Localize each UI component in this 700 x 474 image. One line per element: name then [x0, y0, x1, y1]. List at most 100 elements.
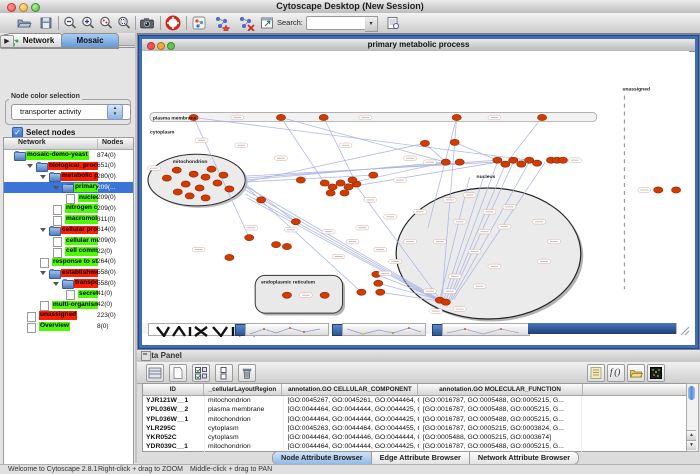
table-row[interactable]: YKR052Ccytoplasm[GO:0044464, GO:0044446,… [143, 433, 688, 442]
network-node[interactable] [276, 114, 285, 120]
function-builder-icon[interactable]: f () [607, 364, 625, 382]
network-node[interactable] [374, 280, 383, 286]
expand-triangle-icon[interactable] [40, 271, 46, 275]
zoom-out-icon[interactable] [62, 15, 78, 31]
tree-row[interactable]: transport558(0) [4, 278, 133, 289]
search-input[interactable] [306, 16, 370, 30]
network-node[interactable] [509, 157, 518, 163]
tree-row[interactable]: unassigned223(0) [4, 310, 133, 321]
tree-row[interactable]: mosaic-demo-yeast874(0) [4, 150, 133, 161]
tree-row[interactable]: cellular metabol209(0) [4, 236, 133, 247]
tree-row[interactable]: establishment of lo558(0) [4, 268, 133, 279]
network-node[interactable] [501, 161, 510, 167]
vizmapper-icon[interactable] [191, 15, 207, 31]
network-node[interactable] [201, 174, 210, 180]
network-node[interactable] [207, 166, 216, 172]
tree-row[interactable]: response to stimul264(0) [4, 257, 133, 268]
network-node[interactable] [538, 114, 547, 120]
network-node[interactable] [320, 292, 329, 298]
attribute-list-icon[interactable] [587, 364, 605, 382]
network-node[interactable] [181, 181, 190, 187]
open-network-icon[interactable] [16, 15, 32, 31]
network-node[interactable] [296, 177, 305, 183]
network-node[interactable] [320, 180, 329, 186]
network-node[interactable] [225, 186, 234, 192]
network-node[interactable] [328, 184, 337, 190]
network-node[interactable] [336, 180, 345, 186]
zoom-fit-icon[interactable] [116, 15, 132, 31]
expand-triangle-icon[interactable] [53, 186, 59, 190]
expand-triangle-icon[interactable] [27, 164, 33, 168]
dropdown-stepper-icon[interactable]: ▲▼ [107, 104, 123, 120]
unselect-attributes-icon[interactable] [215, 364, 233, 382]
network-node[interactable] [450, 139, 459, 145]
select-attributes-icon[interactable] [192, 364, 210, 382]
network-node[interactable] [452, 114, 461, 120]
tree-row[interactable]: Overview8(0) [4, 321, 133, 332]
new-attribute-icon[interactable] [169, 364, 187, 382]
column-header[interactable]: _cellularLayoutRegion [204, 384, 283, 395]
minimized-window[interactable] [245, 323, 329, 336]
destroy-network-icon[interactable] [237, 15, 253, 31]
minimized-window[interactable] [442, 323, 530, 336]
network-node[interactable] [195, 185, 204, 191]
attribute-matrix-icon[interactable] [647, 364, 665, 382]
network-node[interactable] [173, 189, 182, 195]
resize-grip-icon[interactable] [676, 323, 690, 334]
network-node[interactable] [654, 187, 663, 193]
column-header[interactable]: annotation.GO CELLULAR_COMPONENT [282, 384, 418, 395]
tree-row[interactable]: cell communicat22(0) [4, 246, 133, 257]
tree-row[interactable]: biological_process651(0) [4, 161, 133, 172]
minimized-window[interactable] [342, 323, 426, 336]
expand-triangle-icon[interactable] [53, 282, 59, 286]
browser-tab[interactable]: Edge Attribute Browser [372, 452, 470, 464]
network-node[interactable] [282, 292, 291, 298]
network-node[interactable] [558, 157, 567, 163]
snapshot-icon[interactable] [139, 15, 155, 31]
network-node[interactable] [420, 140, 429, 146]
column-header[interactable]: annotation.GO MOLECULAR_FUNCTION [418, 384, 582, 395]
create-network-icon[interactable] [213, 15, 229, 31]
help-icon[interactable] [165, 15, 181, 31]
network-node[interactable] [219, 172, 228, 178]
column-header[interactable] [583, 384, 688, 395]
network-node[interactable] [189, 171, 198, 177]
table-row[interactable]: YPL036W__1mitochondrion[GO:0044464, GO:0… [143, 415, 688, 424]
network-node[interactable] [441, 159, 450, 165]
tree-row[interactable]: nitrogen compo209(0) [4, 203, 133, 214]
network-node[interactable] [326, 190, 335, 196]
network-node[interactable] [493, 157, 502, 163]
network-node[interactable] [245, 235, 254, 241]
tree-row[interactable]: nucleobase-209(0) [4, 193, 133, 204]
network-node[interactable] [271, 241, 280, 247]
table-scrollbar[interactable]: ▲ ▼ [686, 383, 699, 452]
network-node[interactable] [348, 177, 357, 183]
network-canvas[interactable]: plasma membrane cytoplasm mitochondrion … [142, 51, 689, 323]
network-node[interactable] [185, 193, 194, 199]
network-node[interactable] [319, 114, 328, 120]
delete-attribute-icon[interactable] [238, 364, 256, 382]
browser-tab[interactable]: Network Attribute Browser [470, 452, 578, 464]
network-node[interactable] [172, 167, 181, 173]
network-node[interactable] [517, 161, 526, 167]
attribute-table-icon[interactable] [146, 364, 164, 382]
tree-row[interactable]: secretion41(0) [4, 289, 133, 300]
network-node[interactable] [257, 197, 266, 203]
network-node[interactable] [201, 195, 210, 201]
save-session-icon[interactable] [38, 15, 54, 31]
network-node[interactable] [282, 243, 291, 249]
tree-row[interactable]: cellular process614(0) [4, 225, 133, 236]
tree-row[interactable]: multi-organism pro42(0) [4, 300, 133, 311]
tree-row[interactable]: primary metabo209(... [4, 182, 133, 193]
window-icon[interactable] [259, 15, 275, 31]
float-panel-icon[interactable] [141, 351, 151, 361]
network-view-window[interactable]: primary metabolic process [139, 36, 698, 348]
network-node[interactable] [441, 299, 450, 305]
table-row[interactable]: YLR295Ccytoplasm[GO:0045263, GO:0044464,… [143, 424, 688, 433]
network-node[interactable] [162, 175, 171, 181]
expand-triangle-icon[interactable] [40, 228, 46, 232]
network-node[interactable] [455, 159, 464, 165]
column-header[interactable]: ID [143, 384, 204, 395]
attribute-browser-icon[interactable] [385, 15, 401, 31]
minimized-window-selected[interactable] [528, 323, 680, 334]
